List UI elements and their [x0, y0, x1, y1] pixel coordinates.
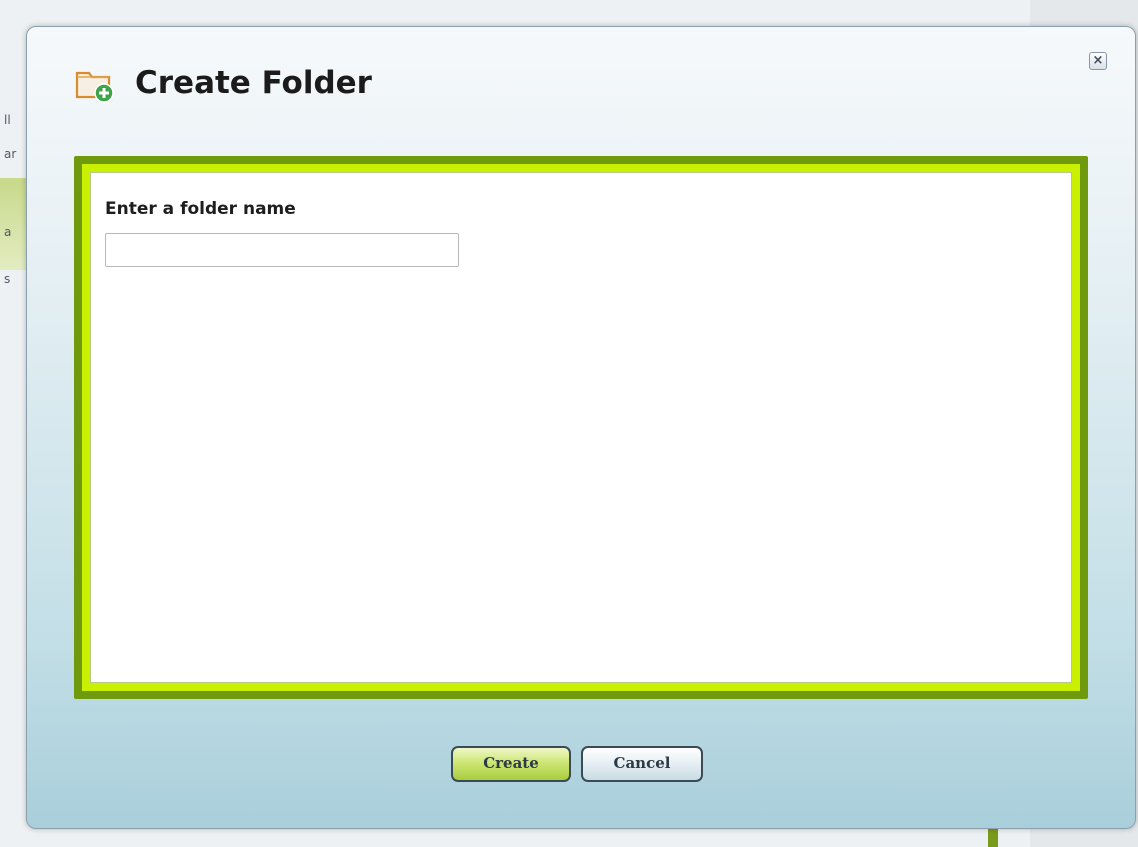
background-text-fragment: ar [4, 147, 17, 161]
create-folder-dialog: × Create Folder Enter a folder name Crea… [26, 26, 1136, 829]
folder-name-label: Enter a folder name [105, 199, 296, 219]
background-bar [988, 826, 998, 847]
background-text-fragment: a [4, 225, 12, 239]
folder-name-input[interactable] [105, 233, 459, 267]
close-icon: × [1092, 53, 1104, 68]
content-panel: Enter a folder name [90, 172, 1072, 683]
content-frame: Enter a folder name [74, 156, 1088, 699]
background-text-fragment: s [4, 272, 11, 286]
background-left-highlight [0, 178, 26, 270]
close-button[interactable]: × [1089, 52, 1107, 70]
dialog-title: Create Folder [135, 65, 372, 101]
content-frame-border: Enter a folder name [82, 164, 1080, 691]
create-button[interactable]: Create [451, 746, 571, 782]
background-text-fragment: ll [4, 113, 11, 127]
folder-add-icon [75, 71, 114, 103]
cancel-button[interactable]: Cancel [581, 746, 703, 782]
